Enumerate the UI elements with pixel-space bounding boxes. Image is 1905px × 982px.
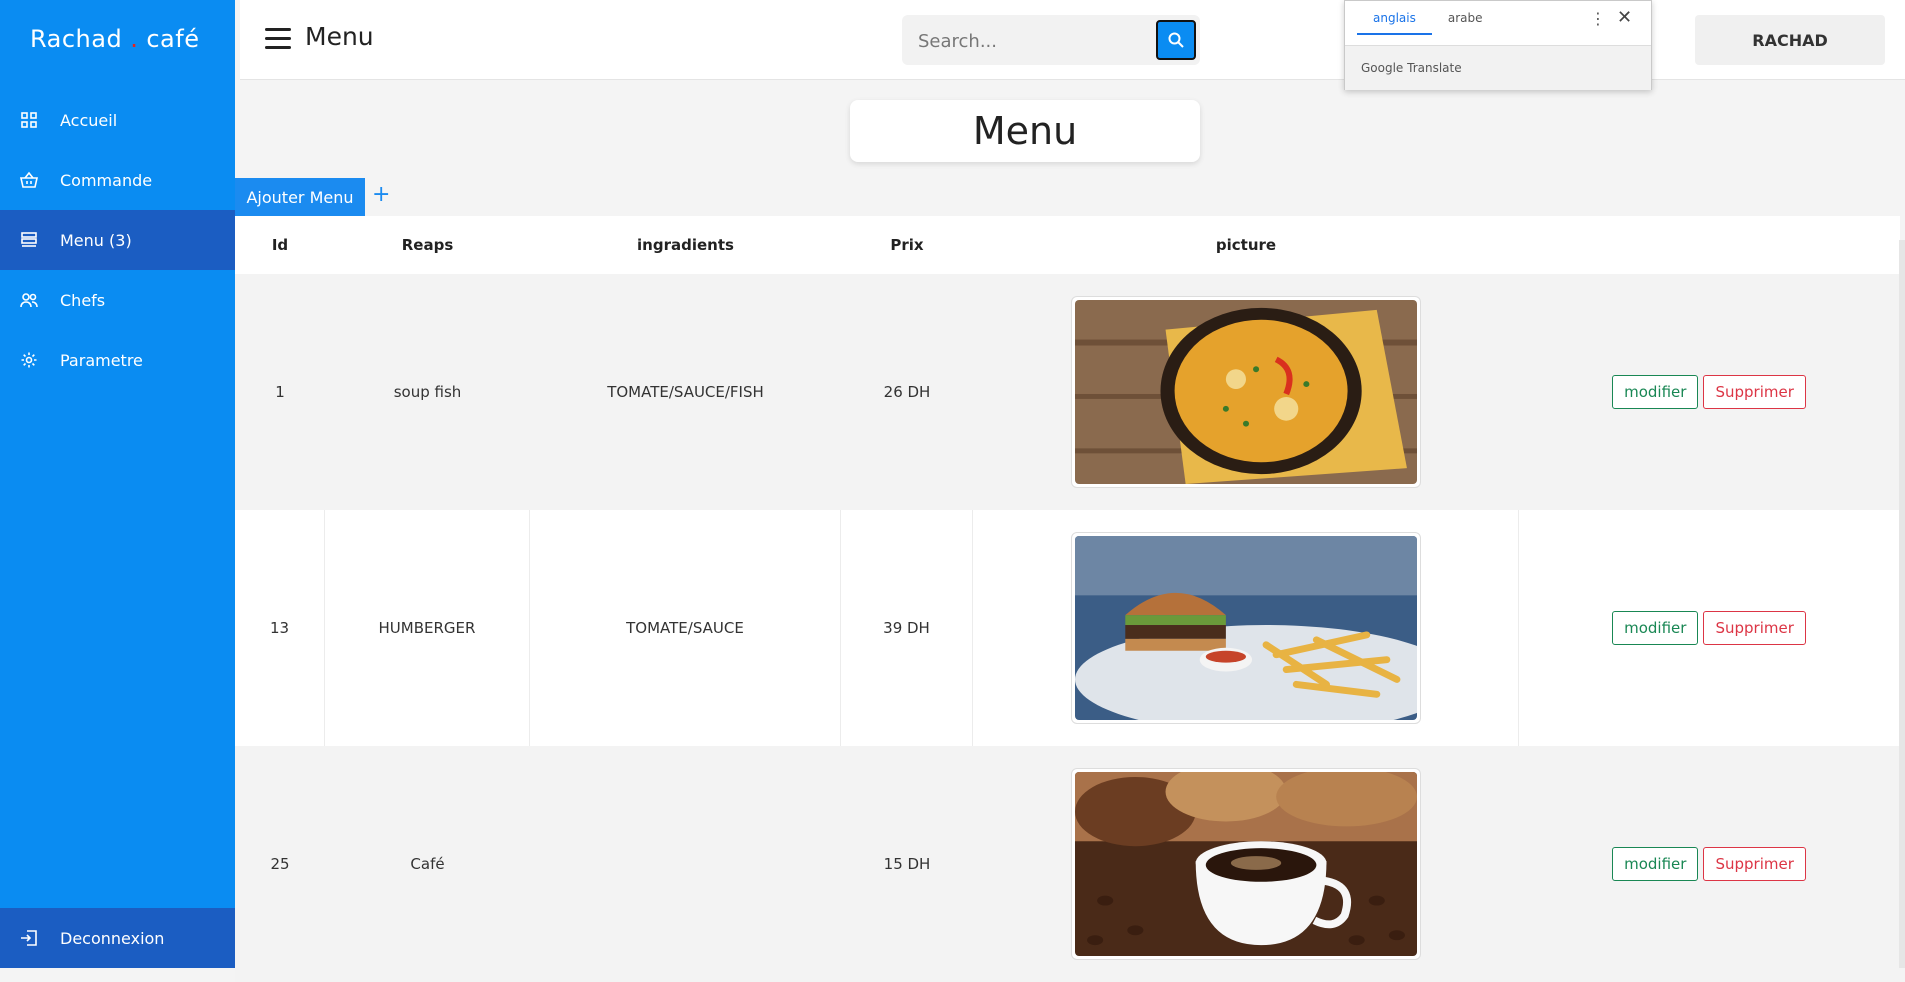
search-input[interactable]	[902, 15, 1160, 67]
brand-name-left: Rachad	[30, 25, 123, 53]
column-header-id: Id	[271, 236, 289, 254]
cell-picture	[973, 296, 1519, 488]
search-icon	[1168, 32, 1184, 48]
translate-tab-anglais[interactable]: anglais	[1357, 11, 1432, 35]
column-header-prix: Prix	[890, 236, 924, 254]
menu-heading: Menu	[850, 100, 1200, 162]
sidebar-item-label: Commande	[60, 170, 153, 190]
cell-ingredients: TOMATE/SAUCE/FISH	[607, 383, 764, 401]
logout-label: Deconnexion	[60, 928, 165, 948]
cell-name: Café	[410, 855, 445, 873]
cell-name: HUMBERGER	[325, 510, 530, 746]
sidebar-item-chefs[interactable]: Chefs	[0, 270, 235, 330]
edit-button[interactable]: modifier	[1612, 375, 1699, 409]
brand-logo[interactable]: Rachad. café	[30, 25, 199, 53]
users-icon	[20, 293, 38, 308]
translate-tab-arabe[interactable]: arabe	[1432, 11, 1499, 35]
sidebar-item-label: Accueil	[60, 110, 118, 130]
close-icon[interactable]: ✕	[1617, 7, 1632, 28]
column-header-picture: picture	[1215, 236, 1277, 254]
sidebar-item-menu[interactable]: Menu (3)	[0, 210, 235, 270]
edit-button[interactable]: modifier	[1612, 847, 1699, 881]
food-image-burger	[1070, 532, 1421, 724]
cell-price: 26 DH	[883, 383, 931, 401]
table-row: 1 soup fish TOMATE/SAUCE/FISH 26 DH modi…	[235, 274, 1900, 510]
translate-popup: anglais arabe ⋮ ✕ Google Translate	[1344, 0, 1652, 90]
cell-name: soup fish	[393, 383, 462, 401]
page-title: Menu	[305, 22, 374, 51]
scrollbar[interactable]	[1899, 240, 1905, 968]
basket-icon	[20, 171, 38, 188]
food-image-soup	[1071, 296, 1421, 488]
search-button[interactable]	[1156, 20, 1196, 60]
sidebar-nav: Accueil Commande Menu (3) Chefs Parametr…	[0, 90, 235, 390]
cell-price: 39 DH	[841, 510, 973, 746]
gear-icon	[21, 352, 37, 368]
sidebar-item-label: Chefs	[60, 290, 106, 310]
delete-button[interactable]: Supprimer	[1703, 375, 1806, 409]
table-header: Id Reaps ingradients Prix picture	[235, 216, 1900, 274]
delete-button[interactable]: Supprimer	[1703, 847, 1806, 881]
cell-actions: modifier Supprimer	[1519, 611, 1899, 645]
cell-id: 1	[275, 383, 285, 401]
cell-picture	[973, 768, 1519, 960]
food-image-coffee	[1071, 768, 1421, 960]
logout-icon	[21, 930, 37, 946]
table-row: 13 HUMBERGER TOMATE/SAUCE 39 DH modifier…	[235, 510, 1900, 746]
edit-button[interactable]: modifier	[1612, 611, 1699, 645]
search-box	[902, 15, 1200, 67]
sidebar-item-label: Parametre	[60, 350, 143, 370]
cell-id: 13	[235, 510, 325, 746]
cell-ingredients: TOMATE/SAUCE	[530, 510, 841, 746]
brand-name-right: café	[146, 25, 200, 53]
more-options-icon[interactable]: ⋮	[1590, 9, 1606, 28]
top-bar: Menu RACHAD	[240, 0, 1905, 80]
sidebar-item-accueil[interactable]: Accueil	[0, 90, 235, 150]
cell-picture	[973, 510, 1519, 746]
cell-actions: modifier Supprimer	[1519, 375, 1899, 409]
grid-icon	[21, 112, 37, 128]
sidebar: Rachad. café Accueil Commande Menu (3) Ch…	[0, 0, 235, 968]
add-menu-tab[interactable]: Ajouter Menu	[235, 178, 365, 216]
table-row: 25 Café 15 DH modifier Supprimer	[235, 746, 1900, 982]
menu-list-icon	[21, 232, 37, 247]
sidebar-item-label: Menu (3)	[60, 230, 132, 250]
translate-tabs: anglais arabe	[1357, 11, 1499, 35]
logout-button[interactable]: Deconnexion	[0, 908, 235, 968]
cell-actions: modifier Supprimer	[1519, 847, 1899, 881]
column-header-reaps: Reaps	[401, 236, 454, 254]
column-header-ingradients: ingradients	[637, 236, 734, 254]
user-button[interactable]: RACHAD	[1695, 15, 1885, 65]
sidebar-item-commande[interactable]: Commande	[0, 150, 235, 210]
delete-button[interactable]: Supprimer	[1703, 611, 1806, 645]
cell-price: 15 DH	[883, 855, 931, 873]
add-icon[interactable]: +	[372, 182, 390, 207]
sidebar-item-parametre[interactable]: Parametre	[0, 330, 235, 390]
menu-table: Id Reaps ingradients Prix picture 1 soup…	[235, 216, 1900, 982]
hamburger-menu-icon[interactable]	[265, 28, 291, 50]
cell-id: 25	[270, 855, 290, 873]
brand-dot: .	[130, 25, 139, 53]
translate-footer: Google Translate	[1345, 45, 1651, 90]
